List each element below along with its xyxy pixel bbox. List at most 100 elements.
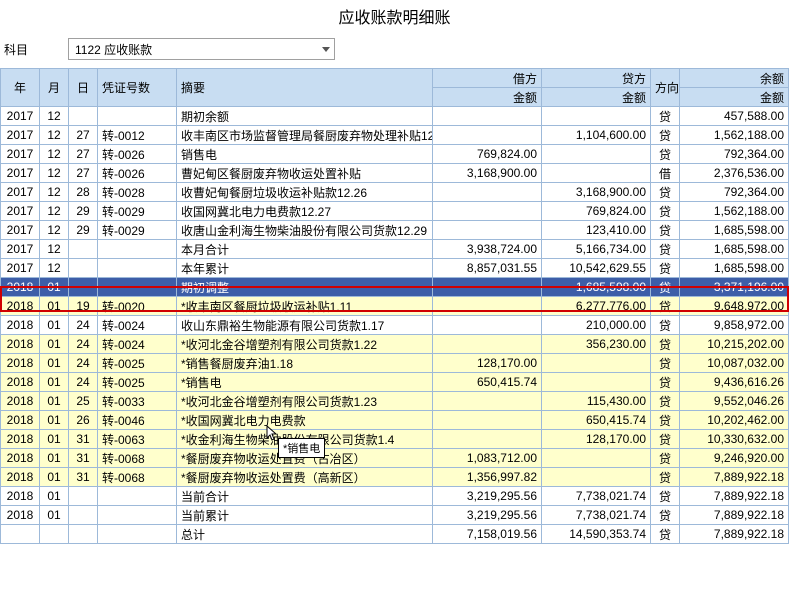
table-row[interactable]: 20180131转-0068*餐厨废弃物收运处置费（古冶区）1,083,712.…: [1, 449, 789, 468]
table-row[interactable]: 20171229转-0029收唐山金利海生物柴油股份有限公司货款12.29123…: [1, 221, 789, 240]
cell-db: [433, 183, 542, 202]
table-row[interactable]: 201712期初余额贷457,588.00: [1, 107, 789, 126]
cell-v: 转-0025: [98, 373, 177, 392]
cell-m: [40, 525, 69, 544]
cell-m: 01: [40, 278, 69, 297]
cell-dir: 贷: [651, 487, 680, 506]
cell-db: [433, 430, 542, 449]
cell-y: 2017: [1, 183, 40, 202]
cell-v: 转-0063: [98, 430, 177, 449]
ledger-table[interactable]: 年 月 日 凭证号数 摘要 借方 贷方 方向 余额 金额 金额 金额 20171…: [0, 68, 789, 544]
cell-s: *餐厨废弃物收运处置费（古冶区）: [177, 449, 433, 468]
table-row[interactable]: 20180124转-0024收山东鼎裕生物能源有限公司货款1.17210,000…: [1, 316, 789, 335]
col-credit[interactable]: 贷方: [542, 69, 651, 88]
table-row[interactable]: 20180131转-0068*餐厨废弃物收运处置费（高新区）1,356,997.…: [1, 468, 789, 487]
cell-bal: 1,685,598.00: [680, 259, 789, 278]
cell-s: *餐厨废弃物收运处置费（高新区）: [177, 468, 433, 487]
table-row[interactable]: 总计7,158,019.5614,590,353.74贷7,889,922.18: [1, 525, 789, 544]
cell-s: 收丰南区市场监督管理局餐厨废弃物处理补贴12.25: [177, 126, 433, 145]
cell-y: 2017: [1, 221, 40, 240]
cell-dir: 贷: [651, 126, 680, 145]
cell-m: 01: [40, 354, 69, 373]
cell-d: 28: [69, 183, 98, 202]
table-row[interactable]: 20180124转-0025*销售餐厨废弃油1.18128,170.00贷10,…: [1, 354, 789, 373]
table-row[interactable]: 201801当前累计3,219,295.567,738,021.74贷7,889…: [1, 506, 789, 525]
cell-y: 2017: [1, 126, 40, 145]
cell-m: 01: [40, 468, 69, 487]
table-row[interactable]: 20180124转-0025*销售电650,415.74贷9,436,616.2…: [1, 373, 789, 392]
table-row[interactable]: 20180125转-0033*收河北金谷增塑剂有限公司货款1.23115,430…: [1, 392, 789, 411]
col-dir[interactable]: 方向: [651, 69, 680, 107]
cell-bal: 792,364.00: [680, 145, 789, 164]
cell-y: 2018: [1, 411, 40, 430]
cell-cr: [542, 373, 651, 392]
table-row[interactable]: 201801期初调整1,685,598.00贷3,371,196.00: [1, 278, 789, 297]
cell-m: 12: [40, 221, 69, 240]
cell-v: 转-0012: [98, 126, 177, 145]
cell-v: [98, 506, 177, 525]
cell-s: 总计: [177, 525, 433, 544]
table-row[interactable]: 20180119转-0020*收丰南区餐厨垃圾收运补贴1.116,277,776…: [1, 297, 789, 316]
col-debit[interactable]: 借方: [433, 69, 542, 88]
cell-s: 收国网冀北电力电费款12.27: [177, 202, 433, 221]
cell-d: 24: [69, 373, 98, 392]
cell-s: 销售电: [177, 145, 433, 164]
cell-bal: 9,648,972.00: [680, 297, 789, 316]
cell-cr: 210,000.00: [542, 316, 651, 335]
table-row[interactable]: 20180124转-0024*收河北金谷增塑剂有限公司货款1.22356,230…: [1, 335, 789, 354]
cell-db: [433, 202, 542, 221]
cell-cr: 1,104,600.00: [542, 126, 651, 145]
table-row[interactable]: 201712本月合计3,938,724.005,166,734.00贷1,685…: [1, 240, 789, 259]
table-row[interactable]: 20180126转-0046*收国网冀北电力电费款650,415.74贷10,2…: [1, 411, 789, 430]
cell-bal: 1,685,598.00: [680, 240, 789, 259]
col-voucher[interactable]: 凭证号数: [98, 69, 177, 107]
cell-db: [433, 221, 542, 240]
table-row[interactable]: 201801当前合计3,219,295.567,738,021.74贷7,889…: [1, 487, 789, 506]
cell-m: 12: [40, 145, 69, 164]
cell-s: 收曹妃甸餐厨垃圾收运补贴款12.26: [177, 183, 433, 202]
cell-dir: 贷: [651, 183, 680, 202]
cell-cr: 6,277,776.00: [542, 297, 651, 316]
table-row[interactable]: 20171227转-0026销售电769,824.00贷792,364.00: [1, 145, 789, 164]
col-balance[interactable]: 余额: [680, 69, 789, 88]
cell-dir: 贷: [651, 506, 680, 525]
table-row[interactable]: 201712本年累计8,857,031.5510,542,629.55贷1,68…: [1, 259, 789, 278]
cell-bal: 9,246,920.00: [680, 449, 789, 468]
filter-row: 科目 1122 应收账款: [0, 38, 789, 60]
col-summary[interactable]: 摘要: [177, 69, 433, 107]
cell-bal: 7,889,922.18: [680, 487, 789, 506]
col-month[interactable]: 月: [40, 69, 69, 107]
cell-dir: 贷: [651, 202, 680, 221]
cell-db: [433, 411, 542, 430]
col-year[interactable]: 年: [1, 69, 40, 107]
cell-m: 12: [40, 126, 69, 145]
cell-m: 01: [40, 449, 69, 468]
col-credit-amount[interactable]: 金额: [542, 88, 651, 107]
cell-db: [433, 107, 542, 126]
cell-d: 29: [69, 202, 98, 221]
account-dropdown[interactable]: 1122 应收账款: [68, 38, 335, 60]
cell-s: 收唐山金利海生物柴油股份有限公司货款12.29: [177, 221, 433, 240]
cell-y: 2018: [1, 468, 40, 487]
cell-s: *收河北金谷增塑剂有限公司货款1.22: [177, 335, 433, 354]
col-balance-amount[interactable]: 金额: [680, 88, 789, 107]
cell-cr: 3,168,900.00: [542, 183, 651, 202]
table-row[interactable]: 20171227转-0026曹妃甸区餐厨废弃物收运处置补贴3,168,900.0…: [1, 164, 789, 183]
cell-d: 31: [69, 430, 98, 449]
chevron-down-icon: [322, 47, 330, 52]
col-debit-amount[interactable]: 金额: [433, 88, 542, 107]
col-day[interactable]: 日: [69, 69, 98, 107]
cell-bal: 1,562,188.00: [680, 126, 789, 145]
account-dropdown-value: 1122 应收账款: [75, 41, 152, 58]
cell-cr: 115,430.00: [542, 392, 651, 411]
cell-y: 2018: [1, 449, 40, 468]
cell-v: 转-0033: [98, 392, 177, 411]
cell-m: 01: [40, 297, 69, 316]
table-row[interactable]: 20171228转-0028收曹妃甸餐厨垃圾收运补贴款12.263,168,90…: [1, 183, 789, 202]
cell-db: 650,415.74: [433, 373, 542, 392]
cell-cr: 5,166,734.00: [542, 240, 651, 259]
table-row[interactable]: 20171229转-0029收国网冀北电力电费款12.27769,824.00贷…: [1, 202, 789, 221]
table-row[interactable]: 20180131转-0063*收金利海生物柴油股份有限公司货款1.4128,17…: [1, 430, 789, 449]
cell-cr: [542, 164, 651, 183]
table-row[interactable]: 20171227转-0012收丰南区市场监督管理局餐厨废弃物处理补贴12.251…: [1, 126, 789, 145]
